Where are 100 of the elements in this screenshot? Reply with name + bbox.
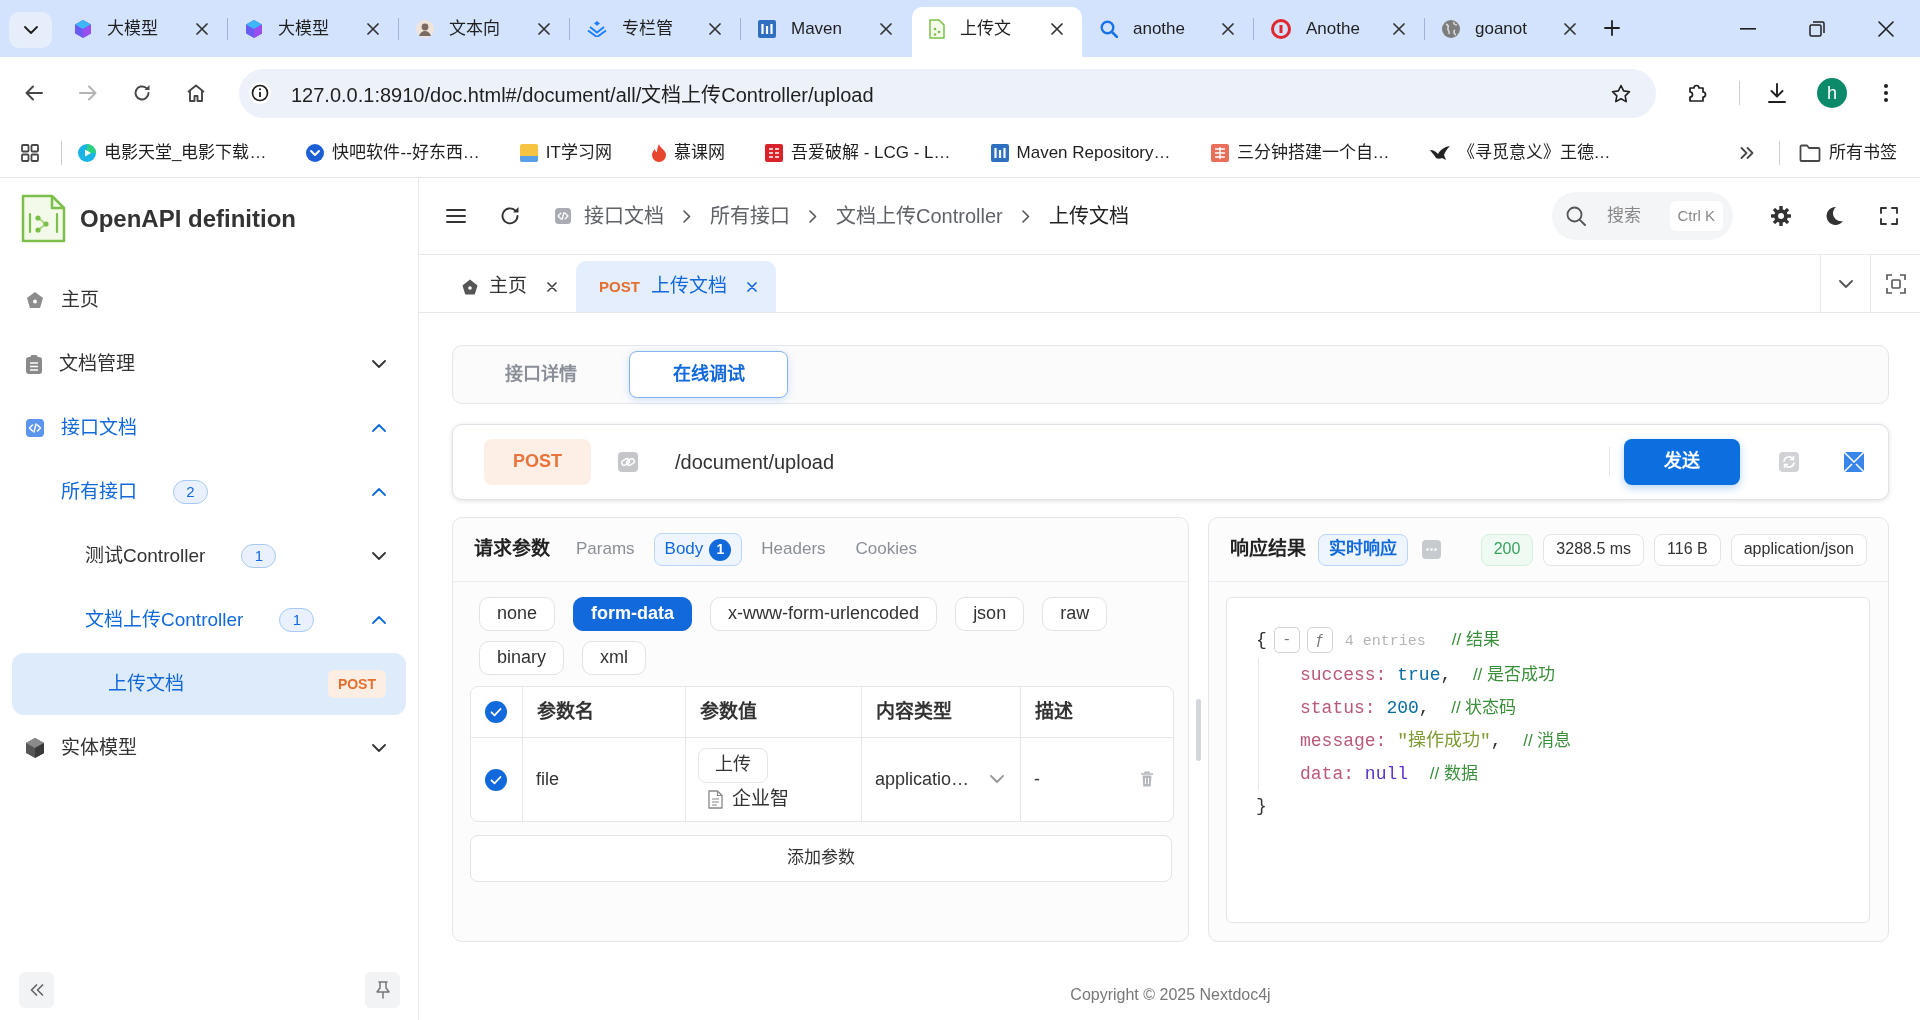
download-icon[interactable] — [1768, 83, 1786, 103]
profile-avatar[interactable]: h — [1817, 78, 1847, 108]
send-button[interactable]: 发送 — [1624, 439, 1740, 485]
address-bar[interactable]: 127.0.0.1:8910/doc.html#/document/all/文档上传Controller/upload — [239, 68, 1656, 118]
browser-tab[interactable]: goanot — [1425, 7, 1595, 57]
clipboard-icon — [26, 354, 42, 374]
entry-count: 4 entries — [1344, 633, 1426, 650]
plus-icon[interactable] — [1604, 20, 1620, 36]
breadcrumb-link[interactable]: 所有接口 — [710, 203, 790, 229]
moon-icon[interactable] — [1824, 206, 1844, 226]
browser-tab[interactable]: anothe — [1083, 7, 1253, 57]
body-type-option[interactable]: none — [479, 597, 556, 631]
reload-icon[interactable] — [500, 206, 520, 226]
collapse-sidebar-button[interactable] — [19, 972, 54, 1008]
url-field[interactable]: /document/upload — [675, 449, 1609, 475]
more-icon[interactable] — [1884, 84, 1888, 102]
shortcut-hint: Ctrl K — [1669, 201, 1723, 231]
close-icon[interactable] — [538, 23, 550, 35]
bookmark-link[interactable]: 电影天堂_电影下载… — [68, 135, 277, 171]
chevron-down-icon[interactable] — [1838, 279, 1853, 288]
home-icon — [26, 291, 44, 309]
browser-tab[interactable]: 大模型 — [228, 7, 398, 57]
breadcrumb-link[interactable]: 接口文档 — [584, 203, 664, 229]
response-mode-tab[interactable]: 实时响应 — [1318, 533, 1408, 566]
double-chevron-icon[interactable] — [1740, 147, 1754, 159]
fullscreen-icon[interactable] — [1880, 207, 1898, 225]
close-icon[interactable] — [367, 23, 379, 35]
sidebar-item[interactable]: 所有接口 2 — [12, 461, 406, 523]
body-type-option[interactable]: xml — [582, 641, 647, 675]
bookmark-link[interactable]: 三分钟搭建一个自… — [1200, 135, 1400, 171]
bookmark-link[interactable]: Maven Repository… — [980, 135, 1181, 171]
body-type-option[interactable]: binary — [479, 641, 565, 675]
bookmark-folder[interactable]: 所有书签 — [1789, 135, 1907, 171]
response-meta: application/json — [1730, 533, 1867, 566]
close-icon[interactable] — [880, 23, 892, 35]
sidebar-item[interactable]: 上传文档 POST — [12, 653, 406, 715]
bookmark-link[interactable]: 吾爱破解 - LCG - L… — [754, 135, 961, 171]
browser-tab[interactable]: Anothe — [1254, 7, 1424, 57]
bookmark-link[interactable]: IT学习网 — [509, 135, 622, 171]
menu-icon[interactable] — [446, 208, 466, 224]
request-tab[interactable]: Body 1 — [653, 533, 743, 566]
star-icon[interactable] — [1611, 83, 1631, 103]
select-all-checkbox[interactable] — [485, 701, 507, 723]
sidebar-item[interactable]: 接口文档 — [12, 397, 406, 459]
search-icon — [1100, 20, 1118, 38]
browser-tab[interactable]: 大模型 — [57, 7, 227, 57]
page-tab[interactable]: POST 上传文档 — [576, 261, 776, 312]
close-icon[interactable] — [1051, 23, 1063, 35]
sidebar-item[interactable]: 主页 — [12, 269, 406, 331]
sidebar-item[interactable]: 实体模型 — [12, 717, 406, 779]
count-badge: 2 — [173, 480, 208, 504]
close-icon[interactable] — [547, 281, 557, 292]
grid-icon[interactable] — [21, 144, 39, 162]
bookmark-link[interactable]: 《寻觅意义》王德… — [1419, 135, 1621, 171]
body-type-option[interactable]: json — [955, 597, 1025, 631]
home-icon[interactable] — [186, 84, 206, 102]
page-tab[interactable]: 主页 — [444, 261, 576, 312]
bookmark-link[interactable]: 慕课网 — [641, 135, 735, 171]
resize-handle[interactable] — [1196, 698, 1201, 761]
format-button[interactable]: ƒ — [1306, 627, 1333, 654]
breadcrumb-link[interactable]: 文档上传Controller — [836, 203, 1003, 229]
add-parameter-button[interactable]: 添加参数 — [470, 835, 1172, 882]
sidebar-item[interactable]: 文档上传Controller 1 — [12, 589, 406, 651]
back-arrow-icon[interactable] — [25, 85, 43, 101]
reload-icon[interactable] — [133, 84, 151, 102]
browser-tab[interactable]: 专栏管 — [570, 7, 740, 57]
play-circle-icon — [78, 144, 96, 162]
body-type-option[interactable]: x-www-form-urlencoded — [710, 597, 938, 631]
browser-tab[interactable]: 上传文 — [912, 7, 1082, 57]
focus-frame-icon[interactable] — [1885, 273, 1906, 294]
sidebar-item[interactable]: 文档管理 — [12, 333, 406, 395]
browser-tab[interactable]: Maven — [741, 7, 911, 57]
close-icon[interactable] — [709, 23, 721, 35]
close-icon[interactable] — [1564, 23, 1576, 35]
info-icon[interactable] — [248, 80, 272, 105]
pin-button[interactable] — [365, 972, 400, 1008]
upload-button[interactable]: 上传 — [698, 747, 768, 783]
view-tab[interactable]: 在线调试 — [629, 351, 788, 398]
body-type-option[interactable]: form-data — [573, 597, 693, 631]
bookmark-link[interactable]: 快吧软件--好东西… — [296, 135, 490, 171]
browser-tab[interactable]: 文本向 — [399, 7, 569, 57]
close-icon[interactable] — [196, 23, 208, 35]
file-name: 企业智 — [732, 786, 789, 811]
close-icon[interactable] — [1222, 23, 1234, 35]
tab-search-button[interactable] — [9, 12, 52, 48]
envelope-icon[interactable] — [1844, 452, 1864, 472]
content-type-select[interactable]: applicatio… — [875, 767, 1007, 792]
body-type-option[interactable]: raw — [1042, 597, 1108, 631]
settings-icon[interactable] — [1771, 206, 1791, 226]
minimize-icon[interactable] — [1739, 27, 1756, 30]
puzzle-icon[interactable] — [1687, 83, 1707, 103]
row-checkbox[interactable] — [485, 768, 507, 791]
column-header: 描述 — [1020, 687, 1173, 738]
close-icon[interactable] — [1393, 23, 1405, 35]
close-icon[interactable] — [1877, 20, 1894, 37]
collapse-button[interactable]: - — [1273, 627, 1300, 654]
globe-icon — [1442, 20, 1460, 38]
sidebar-item[interactable]: 测试Controller 1 — [12, 525, 406, 587]
chevron-down-icon — [23, 26, 38, 34]
restore-icon[interactable] — [1808, 20, 1825, 37]
